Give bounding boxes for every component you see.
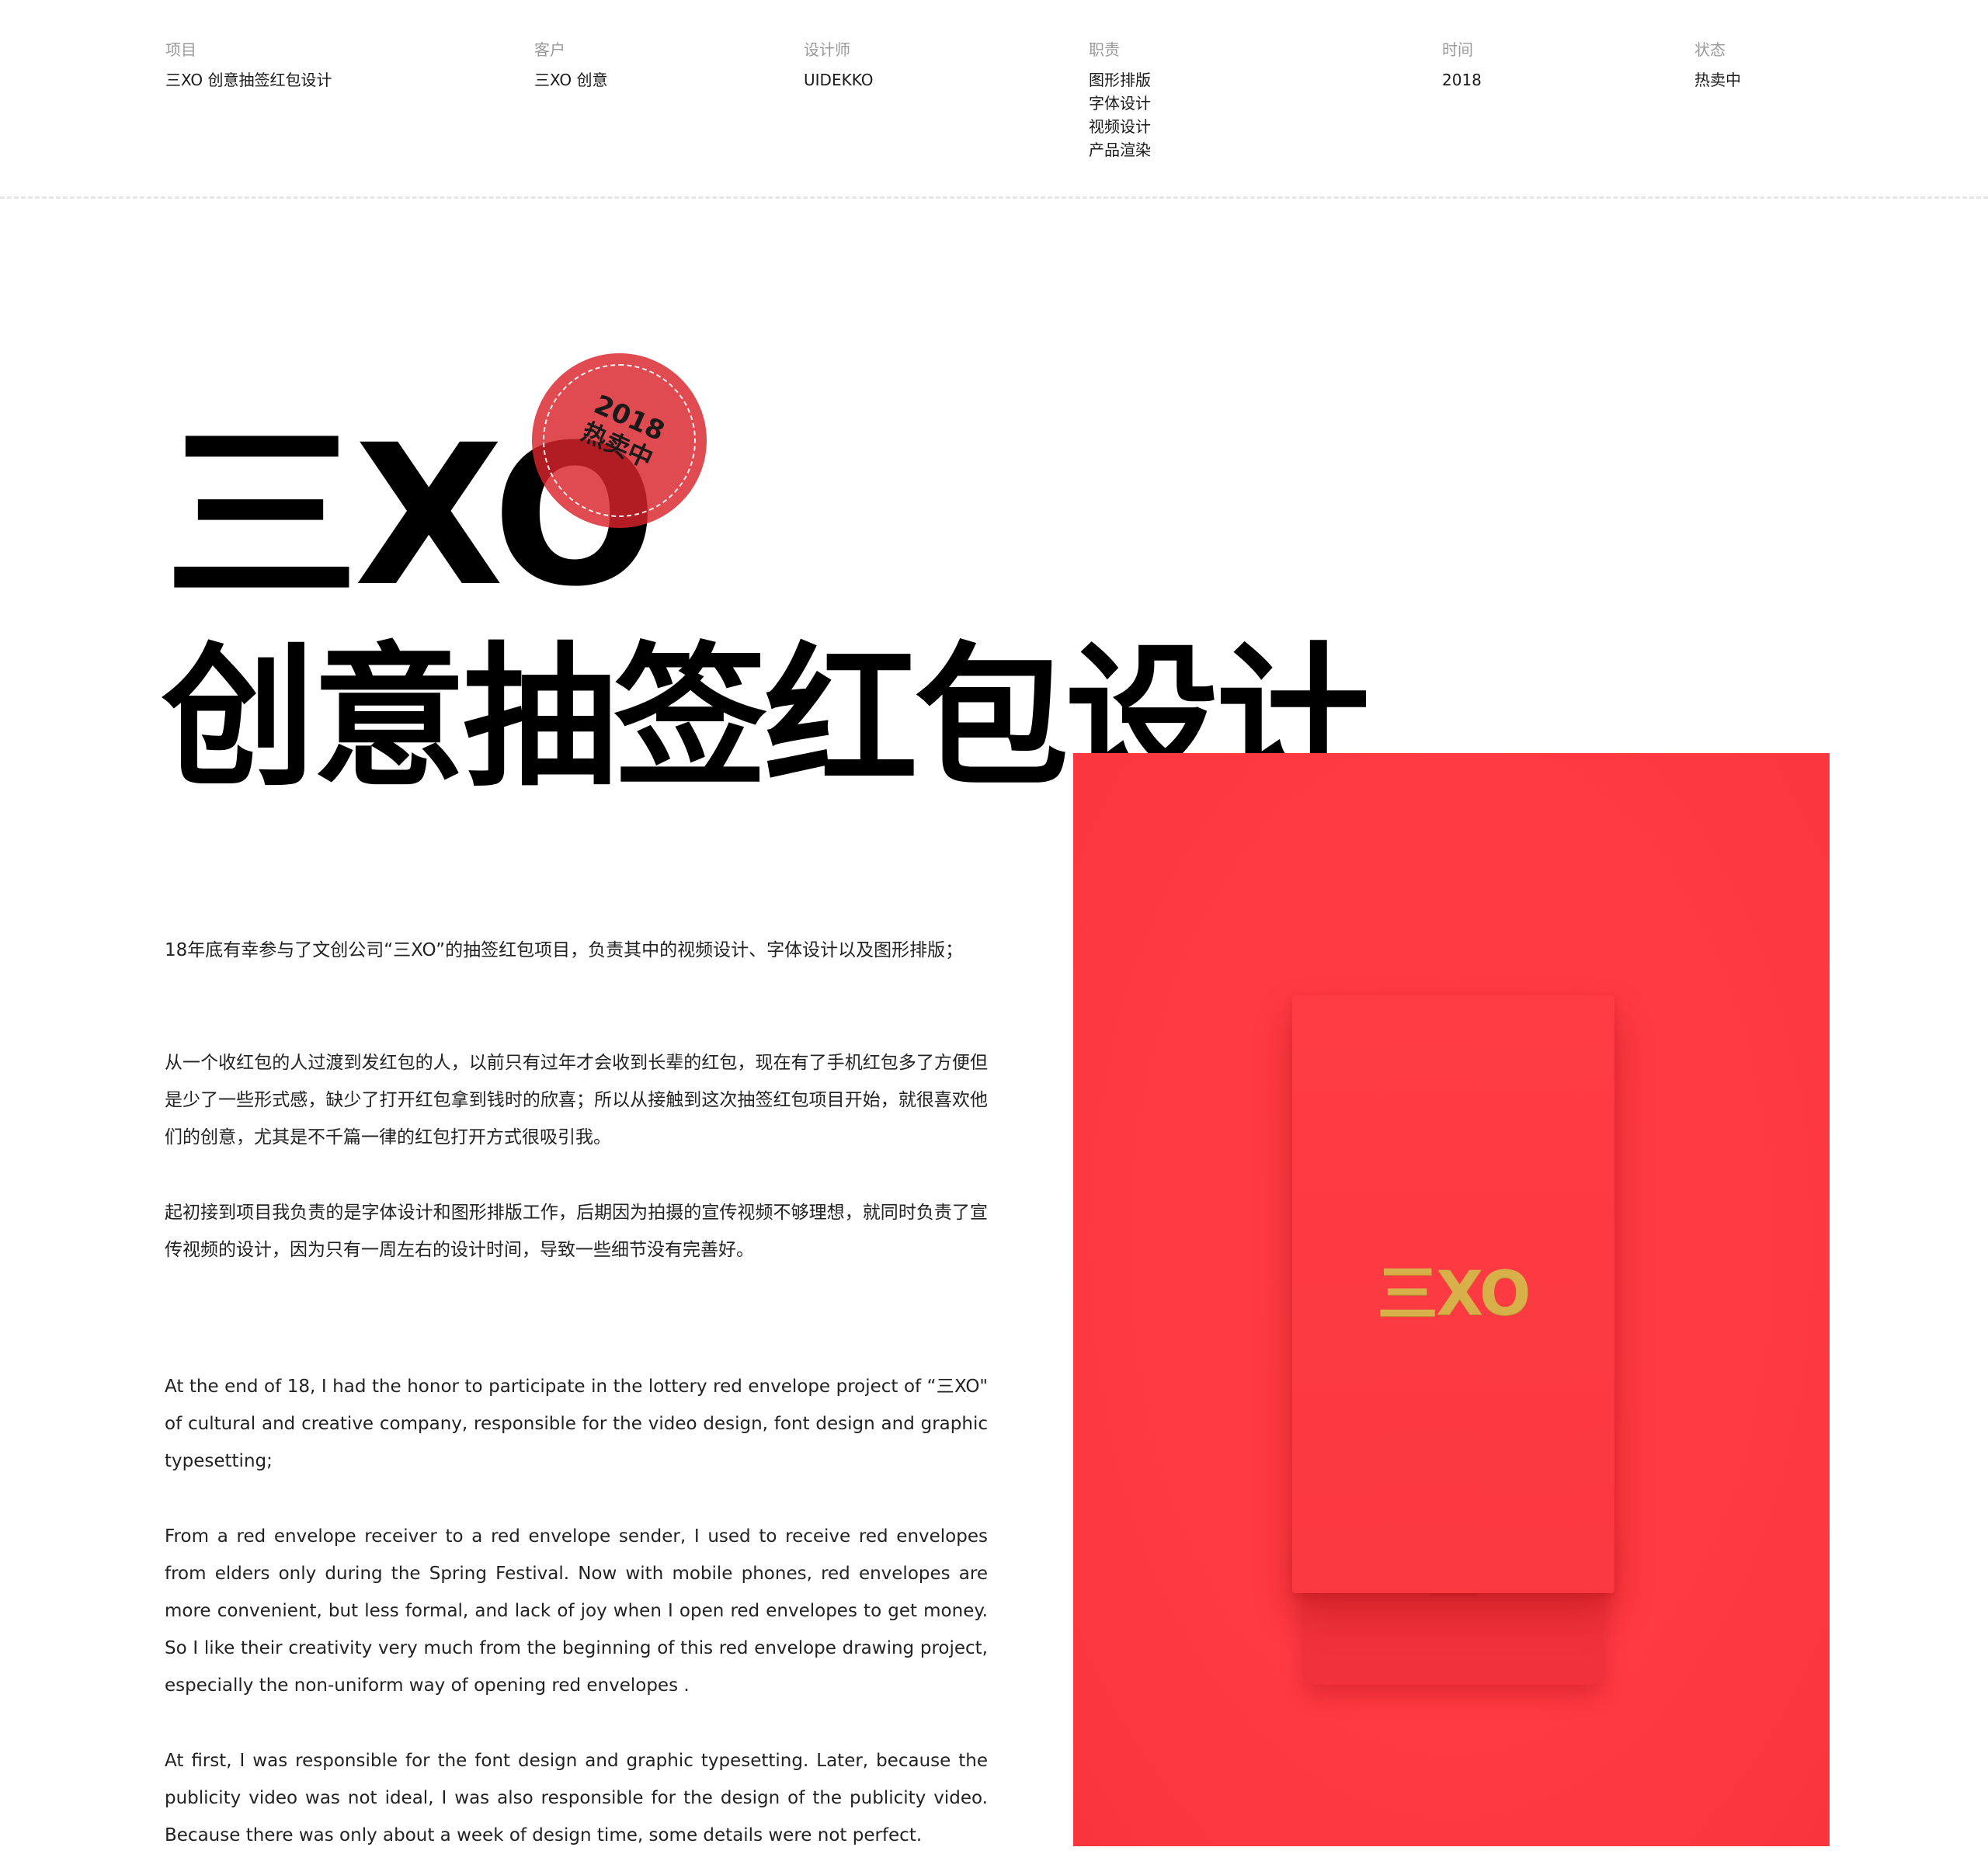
meta-responsibilities-label: 职责: [1089, 40, 1120, 59]
meta-project-label: 项目: [165, 40, 196, 59]
responsibility-item: 视频设计: [1089, 117, 1151, 136]
intro-en-paragraph: At the end of 18, I had the honor to par…: [165, 1377, 988, 1471]
meta-time-value: 2018: [1442, 71, 1482, 89]
meta-time-label: 时间: [1442, 40, 1473, 59]
meta-time: 时间 2018: [1442, 39, 1482, 92]
intro-en-paragraph: From a red envelope receiver to a red en…: [165, 1526, 988, 1696]
meta-divider: [0, 196, 1988, 199]
responsibility-item: 产品渲染: [1089, 141, 1151, 159]
product-photo: 三XO: [1073, 753, 1830, 1846]
meta-designer-value: UIDEKKO: [804, 71, 874, 89]
meta-status-label: 状态: [1694, 40, 1726, 59]
envelope-logo: 三XO: [1377, 1259, 1531, 1329]
meta-client-label: 客户: [534, 40, 565, 59]
intro-cn-paragraph: 从一个收红包的人过渡到发红包的人，以前只有过年才会收到长辈的红包，现在有了手机红…: [165, 1053, 988, 1147]
meta-client-value: 三XO 创意: [534, 71, 608, 89]
responsibility-item: 字体设计: [1089, 94, 1151, 113]
meta-status-value: 热卖中: [1694, 71, 1741, 89]
intro-cn-paragraph: 起初接到项目我负责的是字体设计和图形排版工作，后期因为拍摄的宣传视频不够理想，就…: [165, 1203, 988, 1260]
red-envelope: 三XO: [1292, 995, 1614, 1593]
intro-cn-paragraph: 18年底有幸参与了文创公司“三XO”的抽签红包项目，负责其中的视频设计、字体设计…: [165, 940, 964, 960]
responsibility-item: 图形排版: [1089, 71, 1151, 89]
meta-project-value: 三XO 创意抽签红包设计: [165, 71, 332, 89]
status-stamp: 2018 热卖中: [532, 353, 707, 528]
meta-responsibilities: 职责 图形排版 字体设计 视频设计 产品渲染: [1089, 39, 1151, 161]
meta-client: 客户 三XO 创意: [534, 39, 608, 92]
meta-designer-label: 设计师: [804, 40, 850, 59]
meta-project: 项目 三XO 创意抽签红包设计: [165, 39, 332, 92]
intro-en-paragraph: At first, I was responsible for the font…: [165, 1751, 988, 1845]
meta-status: 状态 热卖中: [1694, 39, 1741, 92]
meta-designer: 设计师 UIDEKKO: [804, 39, 873, 92]
